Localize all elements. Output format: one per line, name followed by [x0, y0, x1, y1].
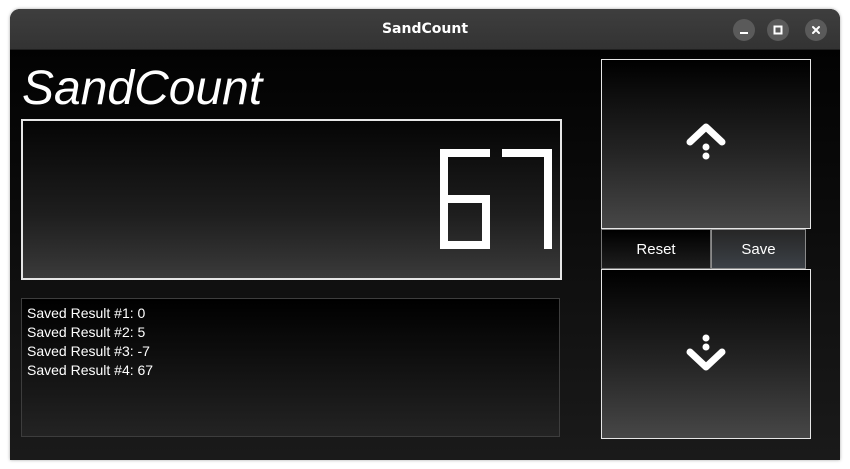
list-item: Saved Result #4: 67 — [27, 362, 154, 378]
save-button[interactable]: Save — [711, 229, 806, 269]
chevron-up-icon — [686, 120, 726, 168]
close-button[interactable] — [805, 19, 827, 41]
app-heading: SandCount — [22, 62, 263, 115]
decrement-button[interactable] — [601, 269, 811, 439]
digit-segment — [544, 149, 552, 199]
app-window: SandCount SandCount Saved Result #1: 0 S… — [10, 9, 840, 460]
list-item: Saved Result #3: -7 — [27, 343, 150, 359]
maximize-button[interactable] — [767, 19, 789, 41]
maximize-icon — [773, 25, 783, 35]
window-title: SandCount — [381, 21, 469, 37]
minimize-icon — [739, 25, 749, 35]
chevron-down-icon — [686, 330, 726, 378]
minimize-button[interactable] — [733, 19, 755, 41]
saved-results-list: Saved Result #1: 0 Saved Result #2: 5 Sa… — [21, 298, 560, 437]
close-icon — [811, 25, 821, 35]
save-button-label: Save — [741, 240, 776, 258]
reset-button[interactable]: Reset — [601, 229, 711, 269]
reset-button-label: Reset — [636, 240, 676, 258]
count-digits — [440, 149, 552, 249]
title-bar[interactable]: SandCount — [10, 9, 840, 50]
digit-segment — [440, 149, 448, 199]
list-item: Saved Result #1: 0 — [27, 305, 146, 321]
count-display — [21, 119, 562, 280]
digit-segment — [482, 199, 490, 249]
digit-segment — [544, 199, 552, 249]
digit — [440, 149, 490, 249]
list-item: Saved Result #2: 5 — [27, 324, 146, 340]
digit — [502, 149, 552, 249]
increment-button[interactable] — [601, 59, 811, 229]
